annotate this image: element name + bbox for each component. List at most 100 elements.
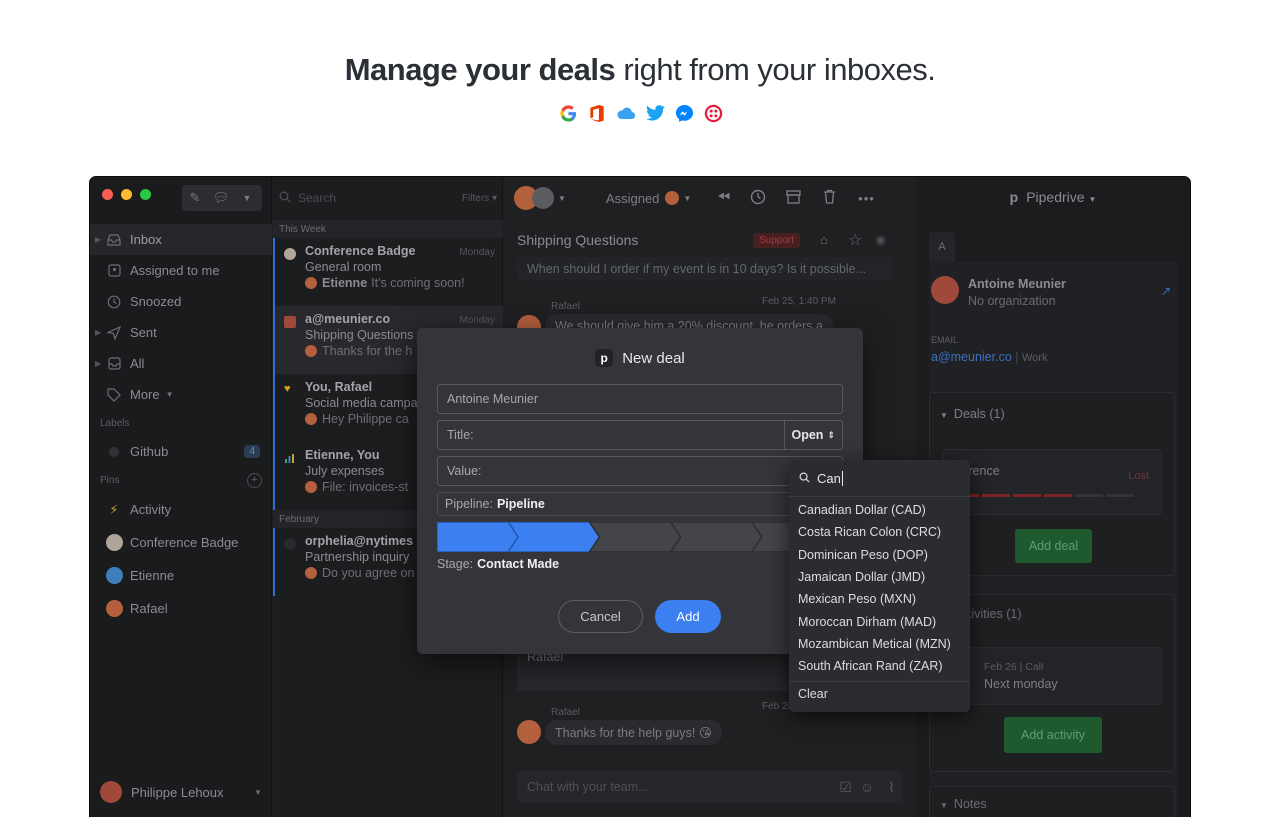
currency-option[interactable]: Dominican Peso (DOP) — [789, 544, 970, 566]
chat-message: Thanks for the help guys! 😘 — [545, 720, 722, 745]
pipeline-select[interactable]: Pipeline: Pipeline — [437, 492, 843, 516]
compose-icon[interactable]: ✎ — [182, 190, 208, 206]
deals-heading[interactable]: ▼ Deals (1) — [940, 407, 1005, 421]
currency-option[interactable]: Jamaican Dollar (JMD) — [789, 566, 970, 588]
notes-heading[interactable]: ▼ Notes — [940, 797, 987, 811]
add-pin-button[interactable]: + — [247, 472, 262, 488]
caret-right-icon[interactable]: ▶ — [95, 359, 101, 368]
sidebar-item-all[interactable]: ▶ All — [90, 348, 272, 379]
checkbox-icon[interactable]: ☑ — [839, 779, 852, 796]
value-label: Value: — [447, 464, 482, 478]
stage-value: Contact Made — [477, 557, 560, 571]
deal-card[interactable]: nference 00 Lost — [942, 449, 1162, 515]
message-author: Rafael — [551, 301, 580, 312]
contact-value: Antoine Meunier — [447, 392, 539, 406]
pipeline-label: Pipeline: — [445, 497, 493, 511]
avatar — [305, 277, 317, 289]
sidebar-item-github[interactable]: Github 4 — [90, 436, 272, 467]
currency-option[interactable]: South African Rand (ZAR) — [789, 655, 970, 677]
search-bar[interactable]: Search Filters ▾ — [279, 185, 497, 211]
chevron-down-icon[interactable]: ▼ — [683, 194, 691, 203]
assigned-label[interactable]: Assigned — [606, 191, 659, 206]
clear-option[interactable]: Clear — [798, 687, 828, 701]
conversation-toolbar: ▼ Assigned ▼ ⏪︎ ••• — [514, 185, 909, 211]
archive-icon[interactable] — [786, 189, 801, 207]
cancel-button[interactable]: Cancel — [558, 600, 643, 633]
status-select[interactable]: Open ⇕ — [783, 421, 843, 449]
close-window-button[interactable] — [102, 189, 113, 200]
add-deal-button[interactable]: Add deal — [1015, 529, 1092, 563]
contact-field[interactable]: Antoine Meunier — [437, 384, 843, 414]
activities-heading[interactable]: tivities (1) — [968, 607, 1021, 621]
sidebar-item-more[interactable]: More ▼ — [90, 379, 272, 410]
sidebar-pin-conference-badge[interactable]: Conference Badge — [90, 526, 272, 559]
sidebar-item-label: Inbox — [130, 232, 162, 247]
attachment-icon[interactable]: ⌇ — [888, 779, 895, 796]
eye-icon[interactable]: ◉ — [875, 232, 886, 248]
pipeline-stage[interactable] — [588, 522, 682, 552]
add-button[interactable]: Add — [655, 600, 721, 633]
message-date: Monday — [459, 247, 495, 258]
currency-option[interactable]: Canadian Dollar (CAD) — [789, 499, 970, 521]
support-tag[interactable]: Support — [753, 233, 801, 248]
sidebar-item-label: Github — [130, 444, 169, 459]
external-link-icon[interactable]: ↗ — [1161, 284, 1171, 298]
currency-dropdown: Can Canadian Dollar (CAD) Costa Rican Col… — [789, 460, 970, 712]
caret-right-icon[interactable]: ▶ — [95, 235, 101, 244]
contact-tab[interactable]: A — [929, 232, 955, 262]
chat-input[interactable]: Chat with your team... ☑ ☺ ⌇ — [517, 771, 903, 803]
reply-all-icon[interactable]: ⏪︎ — [717, 189, 730, 207]
star-icon[interactable]: ☆ — [848, 230, 862, 250]
pipedrive-title: Pipedrive — [1026, 189, 1085, 205]
pipedrive-header[interactable]: p Pipedrive ▼ — [916, 189, 1190, 205]
pipeline-value: Pipeline — [496, 497, 545, 511]
sidebar-pin-activity[interactable]: ⚡︎ Activity — [90, 493, 272, 526]
deal-status: Lost — [1128, 470, 1149, 482]
currency-option[interactable]: Moroccan Dirham (MAD) — [789, 610, 970, 632]
filters-label: Filters — [461, 192, 490, 204]
add-activity-button[interactable]: Add activity — [1004, 717, 1102, 753]
trash-icon[interactable] — [823, 189, 836, 207]
currency-option[interactable]: Mozambican Metical (MZN) — [789, 633, 970, 655]
activity-card[interactable]: Feb 26 | Call Next monday — [942, 647, 1162, 705]
chat-icon[interactable]: 💬︎ — [208, 190, 234, 206]
stage-selector[interactable] — [437, 522, 843, 552]
email-link[interactable]: a@meunier.co — [931, 350, 1012, 364]
sidebar-item-assigned[interactable]: Assigned to me — [90, 255, 272, 286]
search-input[interactable]: Search — [298, 191, 336, 205]
caret-right-icon[interactable]: ▶ — [95, 328, 101, 337]
filters-button[interactable]: Filters ▾ — [462, 193, 497, 204]
sidebar-item-snoozed[interactable]: Snoozed — [90, 286, 272, 317]
emoji-icon[interactable]: ☺ — [860, 779, 874, 795]
sidebar-item-inbox[interactable]: ▶ Inbox — [90, 224, 272, 255]
tag-icon[interactable]: ⌂ — [820, 232, 828, 247]
currency-search[interactable]: Can — [799, 468, 961, 488]
clock-icon[interactable] — [750, 189, 766, 208]
chevron-down-icon[interactable]: ▼ — [558, 194, 566, 203]
zoom-window-button[interactable] — [140, 189, 151, 200]
title-field[interactable]: Title: Open ⇕ — [437, 420, 843, 450]
currency-option[interactable]: Mexican Peso (MXN) — [789, 588, 970, 610]
hero-section: Manage your deals right from your inboxe… — [0, 0, 1280, 178]
messenger-icon — [674, 103, 694, 123]
sidebar-pin-etienne[interactable]: Etienne — [90, 559, 272, 592]
sidebar-item-label: Assigned to me — [130, 263, 220, 278]
minimize-window-button[interactable] — [121, 189, 132, 200]
pipeline-stage[interactable] — [507, 522, 601, 552]
chevron-down-icon[interactable]: ▼ — [234, 193, 260, 203]
activity-date: Feb 26 | Call — [984, 661, 1044, 673]
currency-search-input[interactable]: Can — [817, 471, 841, 486]
participant-avatar[interactable] — [532, 187, 554, 209]
pipeline-stage[interactable] — [437, 522, 520, 552]
pipeline-stage[interactable] — [669, 522, 763, 552]
sidebar-item-label: Sent — [130, 325, 157, 340]
list-item[interactable]: Conference Badge Monday General room Eti… — [273, 238, 503, 306]
search-icon — [279, 191, 291, 206]
sidebar-nav: ▶ Inbox Assigned to me Snoozed ▶ Sent ▶ … — [90, 224, 272, 625]
currency-option[interactable]: Costa Rican Colon (CRC) — [789, 521, 970, 543]
value-field[interactable]: Value: — [437, 456, 843, 486]
sidebar-item-sent[interactable]: ▶ Sent — [90, 317, 272, 348]
message-text: Thanks for the help guys! 😘 — [555, 726, 712, 740]
sidebar-pin-rafael[interactable]: Rafael — [90, 592, 272, 625]
more-icon[interactable]: ••• — [858, 191, 875, 206]
